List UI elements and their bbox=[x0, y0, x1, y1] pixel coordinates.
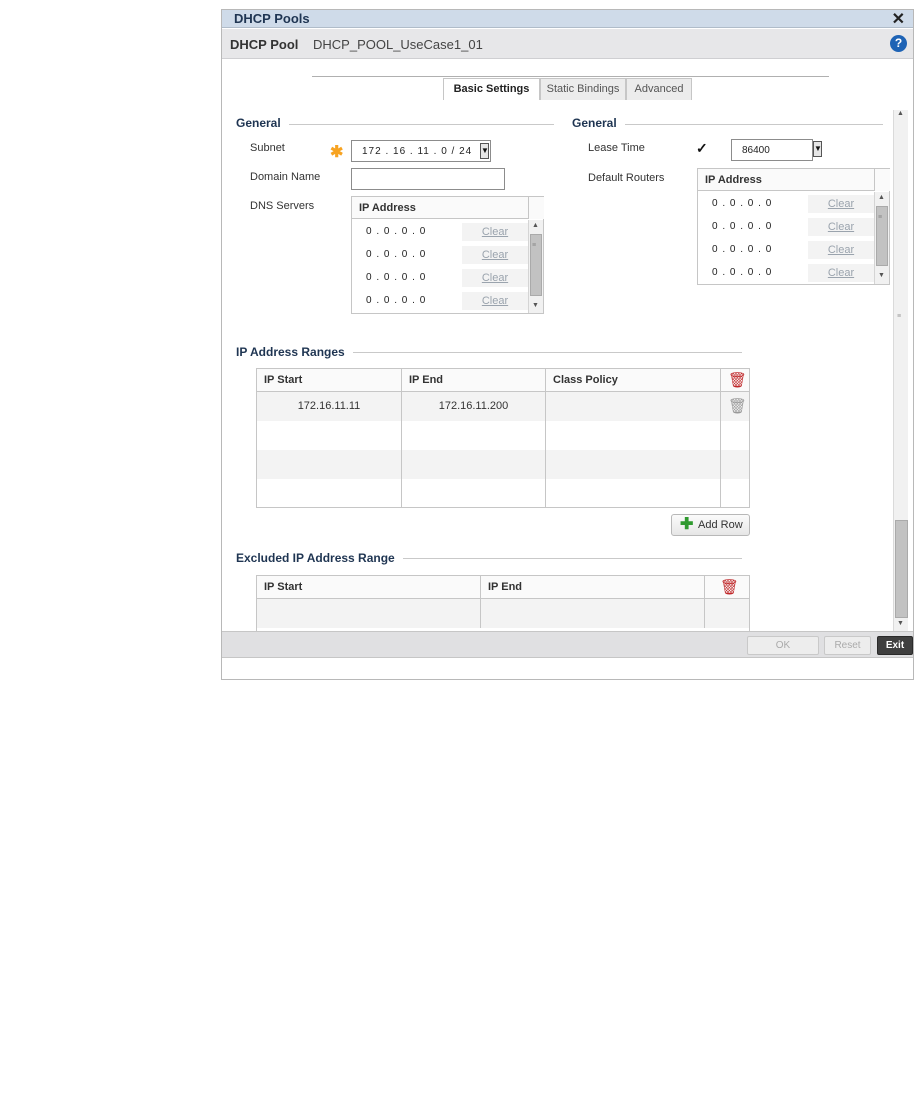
delete-all-icon[interactable]: 🗑 bbox=[728, 373, 747, 388]
router-row: 0 . 0 . 0 . 0 Clear bbox=[698, 193, 874, 216]
add-icon: ✚ bbox=[680, 516, 694, 533]
scroll-down-icon[interactable]: ▼ bbox=[897, 620, 904, 627]
tab-divider bbox=[312, 76, 829, 77]
table-row bbox=[257, 421, 749, 450]
router-row: 0 . 0 . 0 . 0 Clear bbox=[698, 262, 874, 285]
dialog-footer: OK Reset Exit bbox=[222, 631, 913, 658]
ip-start-cell[interactable]: 172.16.11.11 bbox=[257, 392, 402, 421]
dns-row: 0 . 0 . 0 . 0 Clear bbox=[352, 267, 528, 290]
dhcp-pools-dialog: DHCP Pools ✕ DHCP Pool DHCP_POOL_UseCase… bbox=[221, 9, 914, 680]
dns-ip-field[interactable]: 0 . 0 . 0 . 0 bbox=[366, 272, 426, 283]
routers-grid-header: IP Address bbox=[698, 169, 874, 191]
router-ip-field[interactable]: 0 . 0 . 0 . 0 bbox=[712, 244, 772, 255]
add-row-label: Add Row bbox=[698, 519, 743, 531]
lease-time-label: Lease Time bbox=[588, 142, 645, 154]
dns-clear-button[interactable]: Clear bbox=[462, 246, 528, 264]
dns-clear-button[interactable]: Clear bbox=[462, 269, 528, 287]
router-row: 0 . 0 . 0 . 0 Clear bbox=[698, 239, 874, 262]
tab-basic-settings[interactable]: Basic Settings bbox=[443, 78, 540, 100]
router-clear-button[interactable]: Clear bbox=[808, 241, 874, 259]
dns-row: 0 . 0 . 0 . 0 Clear bbox=[352, 290, 528, 313]
help-icon[interactable]: ? bbox=[890, 35, 907, 52]
dns-clear-button[interactable]: Clear bbox=[462, 292, 528, 310]
dns-servers-grid: IP Address 0 . 0 . 0 . 0 Clear 0 . 0 . 0… bbox=[351, 196, 544, 314]
subnet-input[interactable]: 172 . 16 . 11 . 0 / 24 ▼ bbox=[351, 140, 491, 162]
ip-ranges-table: IP Start IP End Class Policy 🗑 172.16.11… bbox=[256, 368, 750, 508]
default-routers-grid: IP Address 0 . 0 . 0 . 0 Clear 0 . 0 . 0… bbox=[697, 168, 890, 285]
ok-button[interactable]: OK bbox=[747, 636, 819, 655]
title-bar: DHCP Pools ✕ bbox=[222, 10, 913, 28]
pool-name: DHCP_POOL_UseCase1_01 bbox=[313, 37, 483, 52]
router-clear-button[interactable]: Clear bbox=[808, 264, 874, 282]
domain-name-label: Domain Name bbox=[250, 171, 321, 183]
general-right-title: General bbox=[572, 116, 625, 130]
class-policy-cell[interactable] bbox=[546, 392, 721, 421]
lease-time-dropdown-icon[interactable]: ▼ bbox=[813, 141, 822, 157]
excluded-ip-start-header: IP Start bbox=[257, 576, 481, 599]
pool-label: DHCP Pool bbox=[230, 37, 299, 52]
lease-time-value: 86400 bbox=[742, 145, 770, 156]
dialog-title: DHCP Pools bbox=[234, 11, 310, 26]
table-row bbox=[257, 450, 749, 479]
table-row bbox=[257, 479, 749, 507]
excluded-ip-end-header: IP End bbox=[481, 576, 705, 599]
dns-grid-header: IP Address bbox=[352, 197, 528, 219]
dns-grid-corner bbox=[528, 197, 544, 219]
dns-ip-field[interactable]: 0 . 0 . 0 . 0 bbox=[366, 295, 426, 306]
scroll-down-icon[interactable]: ▼ bbox=[532, 302, 539, 309]
add-row-button[interactable]: ✚ Add Row bbox=[671, 514, 750, 536]
reset-button[interactable]: Reset bbox=[824, 636, 871, 655]
router-row: 0 . 0 . 0 . 0 Clear bbox=[698, 216, 874, 239]
delete-row-icon[interactable]: 🗑 bbox=[728, 399, 747, 414]
subnet-value: 172 . 16 . 11 . 0 / 24 bbox=[362, 146, 473, 157]
router-ip-field[interactable]: 0 . 0 . 0 . 0 bbox=[712, 221, 772, 232]
scroll-down-icon[interactable]: ▼ bbox=[878, 272, 885, 279]
dns-ip-field[interactable]: 0 . 0 . 0 . 0 bbox=[366, 226, 426, 237]
ip-end-cell[interactable]: 172.16.11.200 bbox=[402, 392, 546, 421]
router-ip-field[interactable]: 0 . 0 . 0 . 0 bbox=[712, 198, 772, 209]
dns-servers-label: DNS Servers bbox=[250, 200, 315, 212]
router-ip-field[interactable]: 0 . 0 . 0 . 0 bbox=[712, 267, 772, 278]
table-row bbox=[257, 599, 749, 628]
dns-clear-button[interactable]: Clear bbox=[462, 223, 528, 241]
routers-grid-scrollbar[interactable]: ▲ ≡ ▼ bbox=[874, 192, 889, 284]
router-clear-button[interactable]: Clear bbox=[808, 218, 874, 236]
pool-header: DHCP Pool DHCP_POOL_UseCase1_01 ? bbox=[222, 29, 913, 59]
scroll-up-icon[interactable]: ▲ bbox=[878, 194, 885, 201]
exit-button[interactable]: Exit bbox=[877, 636, 913, 655]
tab-static-bindings[interactable]: Static Bindings bbox=[540, 78, 626, 100]
dns-ip-field[interactable]: 0 . 0 . 0 . 0 bbox=[366, 249, 426, 260]
lease-time-input[interactable]: 86400 bbox=[731, 139, 813, 161]
close-icon[interactable]: ✕ bbox=[892, 10, 905, 29]
scroll-up-icon[interactable]: ▲ bbox=[532, 222, 539, 229]
excluded-title: Excluded IP Address Range bbox=[236, 551, 403, 565]
dns-grid-scrollbar[interactable]: ▲ ≡ ▼ bbox=[528, 220, 543, 313]
ip-start-header: IP Start bbox=[257, 369, 402, 392]
subnet-label: Subnet bbox=[250, 142, 285, 154]
dns-row: 0 . 0 . 0 . 0 Clear bbox=[352, 244, 528, 267]
router-clear-button[interactable]: Clear bbox=[808, 195, 874, 213]
excluded-table: IP Start IP End 🗑 bbox=[256, 575, 750, 635]
scroll-grip-icon: ≡ bbox=[897, 313, 902, 320]
lease-time-checkbox[interactable]: ✓ bbox=[696, 141, 710, 155]
class-policy-header: Class Policy bbox=[546, 369, 721, 392]
general-left-title: General bbox=[236, 116, 289, 130]
ip-ranges-title: IP Address Ranges bbox=[236, 345, 353, 359]
routers-grid-corner bbox=[874, 169, 890, 191]
main-scrollbar[interactable]: ▲ ≡ ▼ bbox=[893, 110, 908, 631]
excluded-delete-all-icon[interactable]: 🗑 bbox=[720, 580, 739, 595]
dns-row: 0 . 0 . 0 . 0 Clear bbox=[352, 221, 528, 244]
required-icon: ✱ bbox=[330, 144, 344, 161]
ip-end-header: IP End bbox=[402, 369, 546, 392]
default-routers-label: Default Routers bbox=[588, 172, 665, 184]
tab-advanced[interactable]: Advanced bbox=[626, 78, 692, 100]
scroll-thumb[interactable] bbox=[895, 520, 908, 618]
scroll-up-icon[interactable]: ▲ bbox=[897, 110, 904, 117]
scroll-grip-icon: ≡ bbox=[532, 242, 537, 249]
subnet-dropdown-icon[interactable]: ▼ bbox=[480, 143, 489, 159]
scroll-grip-icon: ≡ bbox=[878, 214, 883, 221]
table-row: 172.16.11.11 172.16.11.200 🗑 bbox=[257, 392, 749, 421]
domain-name-input[interactable] bbox=[351, 168, 505, 190]
